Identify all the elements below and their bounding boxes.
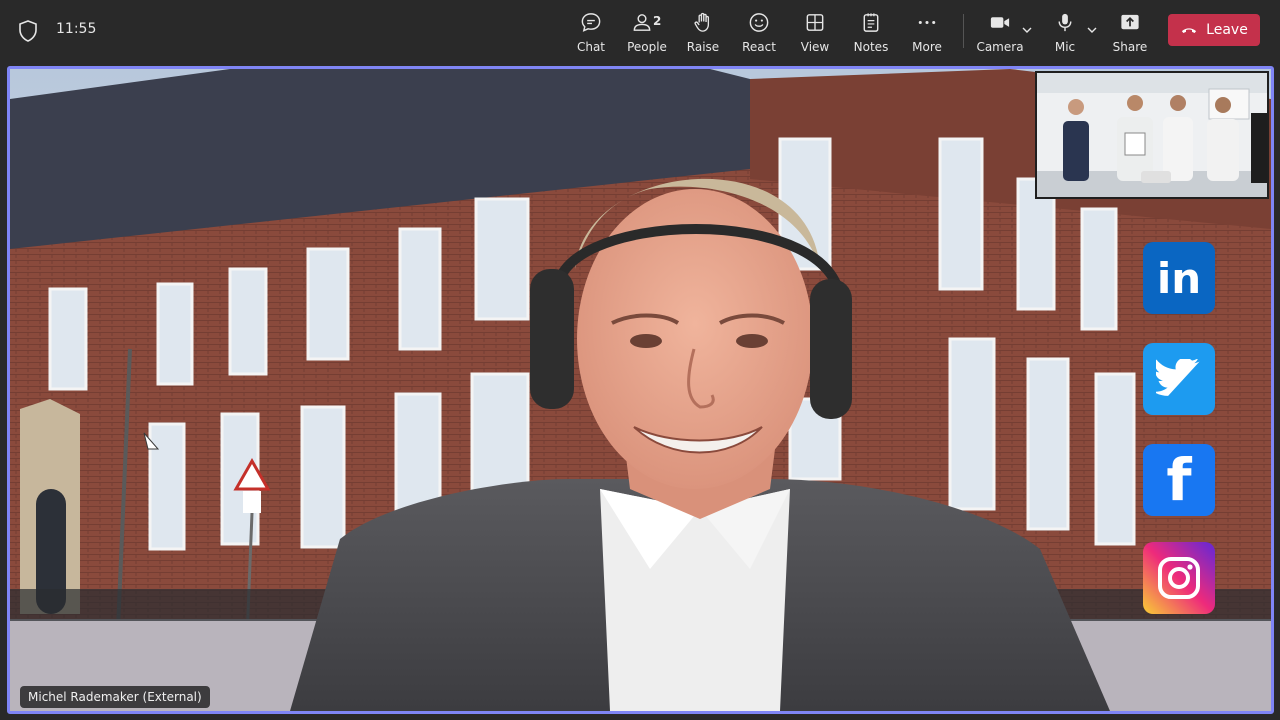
hand-icon [694, 12, 710, 32]
more-icon [918, 20, 936, 25]
react-label: React [742, 40, 776, 54]
linkedin-text: in [1156, 253, 1202, 303]
people-button[interactable]: 2 People [619, 8, 675, 54]
participant-name-label: Michel Rademaker (External) [20, 686, 210, 708]
twitter-icon[interactable] [1143, 343, 1215, 415]
share-label: Share [1112, 40, 1148, 54]
camera-options-chevron-icon[interactable] [1021, 24, 1033, 36]
mic-label: Mic [1054, 40, 1076, 54]
leave-button[interactable]: Leave [1168, 14, 1260, 46]
facebook-text: f [1166, 446, 1192, 514]
share-button[interactable]: Share [1102, 8, 1158, 54]
shield-icon[interactable] [18, 20, 38, 42]
more-label: More [912, 40, 942, 54]
self-view-thumbnail[interactable] [1035, 71, 1269, 199]
notes-label: Notes [853, 40, 889, 54]
twitter-bird-icon [1156, 359, 1200, 396]
raise-hand-button[interactable]: Raise [675, 8, 731, 54]
instagram-camera-icon [1158, 557, 1200, 599]
smiley-icon [749, 13, 769, 32]
chat-button[interactable]: Chat [563, 8, 619, 54]
self-view-video-feed [1037, 73, 1267, 197]
people-count-badge: 2 [653, 14, 662, 28]
camera-button[interactable]: Camera [972, 8, 1028, 54]
more-button[interactable]: More [899, 8, 955, 54]
share-screen-icon [1121, 14, 1139, 30]
leave-label: Leave [1206, 22, 1248, 38]
microphone-icon [1058, 13, 1072, 32]
view-label: View [800, 40, 830, 54]
toolbar-divider [963, 14, 964, 48]
chat-label: Chat [576, 40, 606, 54]
notes-button[interactable]: Notes [843, 8, 899, 54]
mic-options-chevron-icon[interactable] [1086, 24, 1098, 36]
react-button[interactable]: React [731, 8, 787, 54]
chat-icon [581, 13, 601, 32]
instagram-icon[interactable] [1143, 542, 1215, 614]
notes-icon [863, 13, 879, 32]
video-stage: in f Michel Rademaker (External) [7, 66, 1274, 714]
people-label: People [627, 40, 667, 54]
raise-label: Raise [686, 40, 720, 54]
camera-icon [990, 17, 1010, 28]
hang-up-icon [1182, 28, 1197, 33]
linkedin-icon[interactable]: in [1143, 242, 1215, 314]
grid-view-icon [806, 14, 824, 31]
camera-label: Camera [976, 40, 1024, 54]
meeting-timer: 11:55 [56, 21, 97, 37]
view-button[interactable]: View [787, 8, 843, 54]
meeting-toolbar: 11:55 Chat 2 People Raise React View Not… [0, 0, 1280, 62]
people-icon [633, 14, 651, 31]
facebook-icon[interactable]: f [1143, 444, 1215, 516]
mic-button[interactable]: Mic [1037, 8, 1093, 54]
